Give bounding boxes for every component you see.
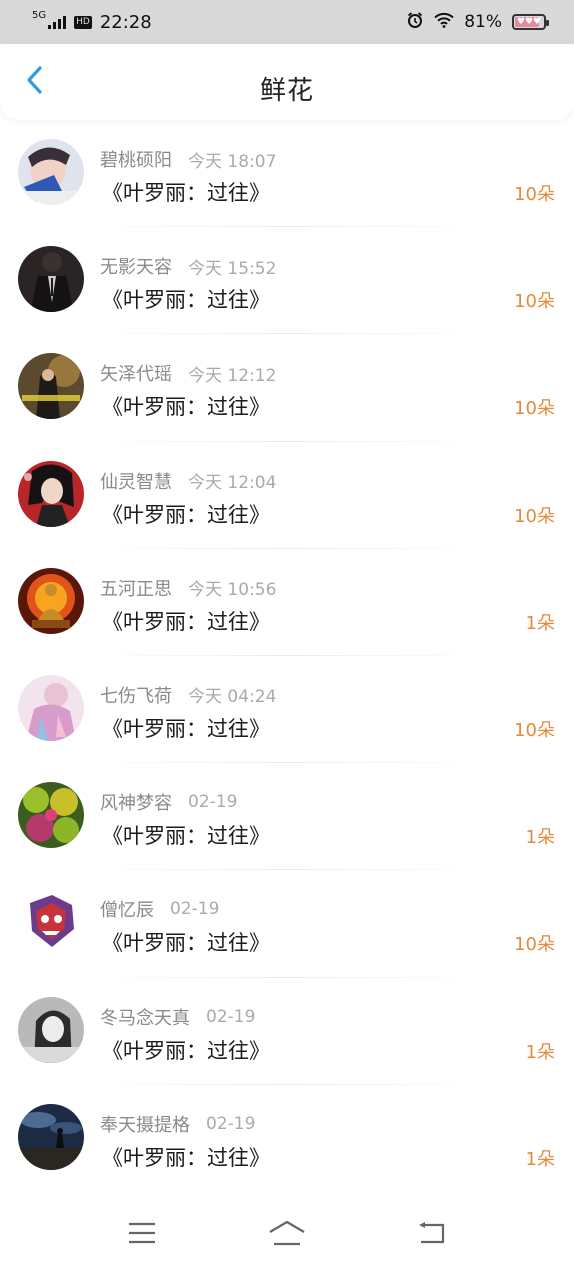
book-title: 《叶罗丽：过往》 — [102, 395, 270, 420]
flower-count: 1朵 — [525, 612, 555, 634]
status-left: 5G HD 22:28 — [32, 10, 152, 33]
list-item[interactable]: 碧桃硕阳 今天 18:07 《叶罗丽：过往》 10朵 — [0, 120, 574, 228]
list-item[interactable]: 僧忆辰 02-19 《叶罗丽：过往》 10朵 — [0, 870, 574, 978]
avatar[interactable] — [18, 139, 84, 205]
item-time: 02-19 — [170, 899, 220, 920]
user-name: 风神梦容 — [100, 793, 172, 815]
flower-count: 1朵 — [525, 827, 555, 849]
avatar[interactable] — [18, 996, 84, 1063]
user-name: 无影天容 — [100, 257, 172, 279]
flower-count: 10朵 — [514, 398, 555, 420]
user-name: 仙灵智慧 — [100, 471, 172, 493]
item-time: 今天 15:52 — [188, 258, 277, 279]
avatar[interactable] — [18, 889, 84, 956]
flower-count: 10朵 — [514, 184, 555, 205]
menu-icon — [127, 1221, 157, 1249]
book-title: 《叶罗丽：过往》 — [102, 502, 270, 527]
status-right: 81% ♥♥♥ — [406, 11, 549, 34]
return-icon — [417, 1221, 447, 1249]
item-time: 02-19 — [206, 1006, 256, 1027]
item-time: 02-19 — [206, 1113, 256, 1134]
item-time: 今天 04:24 — [188, 687, 277, 708]
menu-button[interactable] — [114, 1207, 170, 1263]
system-nav-bar — [0, 1190, 574, 1280]
avatar[interactable] — [18, 1103, 84, 1170]
user-name: 七伤飞荷 — [100, 685, 172, 707]
flower-count: 10朵 — [514, 719, 555, 741]
user-name: 矢泽代瑶 — [100, 364, 172, 386]
book-title: 《叶罗丽：过往》 — [102, 824, 270, 849]
hd-badge: HD — [74, 15, 92, 29]
back-nav-button[interactable] — [404, 1207, 460, 1263]
flower-list: 碧桃硕阳 今天 18:07 《叶罗丽：过往》 10朵 无影天容 今天 15:52 《… — [0, 120, 574, 1193]
user-name: 僧忆辰 — [100, 900, 154, 922]
flower-count: 10朵 — [514, 291, 555, 313]
avatar[interactable] — [18, 353, 84, 420]
list-item[interactable]: 风神梦容 02-19 《叶罗丽：过往》 1朵 — [0, 763, 574, 871]
user-name: 奉天摄提格 — [100, 1114, 190, 1136]
status-time: 22:28 — [99, 11, 152, 33]
page-title: 鲜花 — [259, 76, 314, 106]
network-type: 5G — [32, 10, 47, 21]
book-title: 《叶罗丽：过往》 — [102, 609, 270, 634]
flower-count: 10朵 — [514, 934, 555, 956]
home-button[interactable] — [259, 1207, 315, 1263]
list-item[interactable]: 冬马念天真 02-19 《叶罗丽：过往》 1朵 — [0, 978, 574, 1085]
avatar[interactable] — [18, 782, 84, 849]
status-bar: 5G HD 22:28 81% ♥♥♥ — [0, 0, 574, 44]
flower-count: 1朵 — [525, 1148, 555, 1170]
book-title: 《叶罗丽：过往》 — [102, 1038, 270, 1063]
alarm-icon — [406, 11, 424, 34]
list-item[interactable]: 无影天容 今天 15:52 《叶罗丽：过往》 10朵 — [0, 227, 574, 335]
item-time: 02-19 — [188, 792, 238, 813]
list-item[interactable]: 五河正思 今天 10:56 《叶罗丽：过往》 1朵 — [0, 549, 574, 657]
home-icon — [268, 1220, 306, 1250]
list-item[interactable]: 矢泽代瑶 今天 12:12 《叶罗丽：过往》 10朵 — [0, 334, 574, 442]
book-title: 《叶罗丽：过往》 — [102, 288, 270, 313]
battery-percent: 81% — [464, 12, 502, 32]
avatar[interactable] — [18, 460, 84, 527]
signal-icon — [48, 15, 67, 29]
book-title: 《叶罗丽：过往》 — [102, 1145, 270, 1170]
item-time: 今天 18:07 — [188, 151, 277, 172]
list-item[interactable]: 奉天摄提格 02-19 《叶罗丽：过往》 1朵 — [0, 1085, 574, 1193]
list-item[interactable]: 七伤飞荷 今天 04:24 《叶罗丽：过往》 10朵 — [0, 656, 574, 764]
book-title: 《叶罗丽：过往》 — [102, 716, 270, 741]
item-time: 今天 12:12 — [188, 365, 277, 386]
user-name: 冬马念天真 — [100, 1007, 190, 1029]
book-title: 《叶罗丽：过往》 — [102, 931, 270, 956]
item-time: 今天 12:04 — [188, 473, 277, 494]
avatar[interactable] — [18, 567, 84, 634]
battery-icon: ♥♥♥ — [512, 14, 549, 30]
book-title: 《叶罗丽：过往》 — [102, 181, 270, 205]
user-name: 五河正思 — [100, 578, 172, 600]
wifi-icon — [434, 12, 454, 33]
avatar[interactable] — [18, 674, 84, 741]
list-item[interactable]: 仙灵智慧 今天 12:04 《叶罗丽：过往》 10朵 — [0, 442, 574, 549]
flower-count: 10朵 — [514, 505, 555, 527]
user-name: 碧桃硕阳 — [100, 150, 172, 171]
flower-count: 1朵 — [525, 1041, 555, 1063]
avatar[interactable] — [18, 246, 84, 313]
item-time: 今天 10:56 — [188, 580, 277, 601]
app-header: 鲜花 — [0, 44, 574, 120]
